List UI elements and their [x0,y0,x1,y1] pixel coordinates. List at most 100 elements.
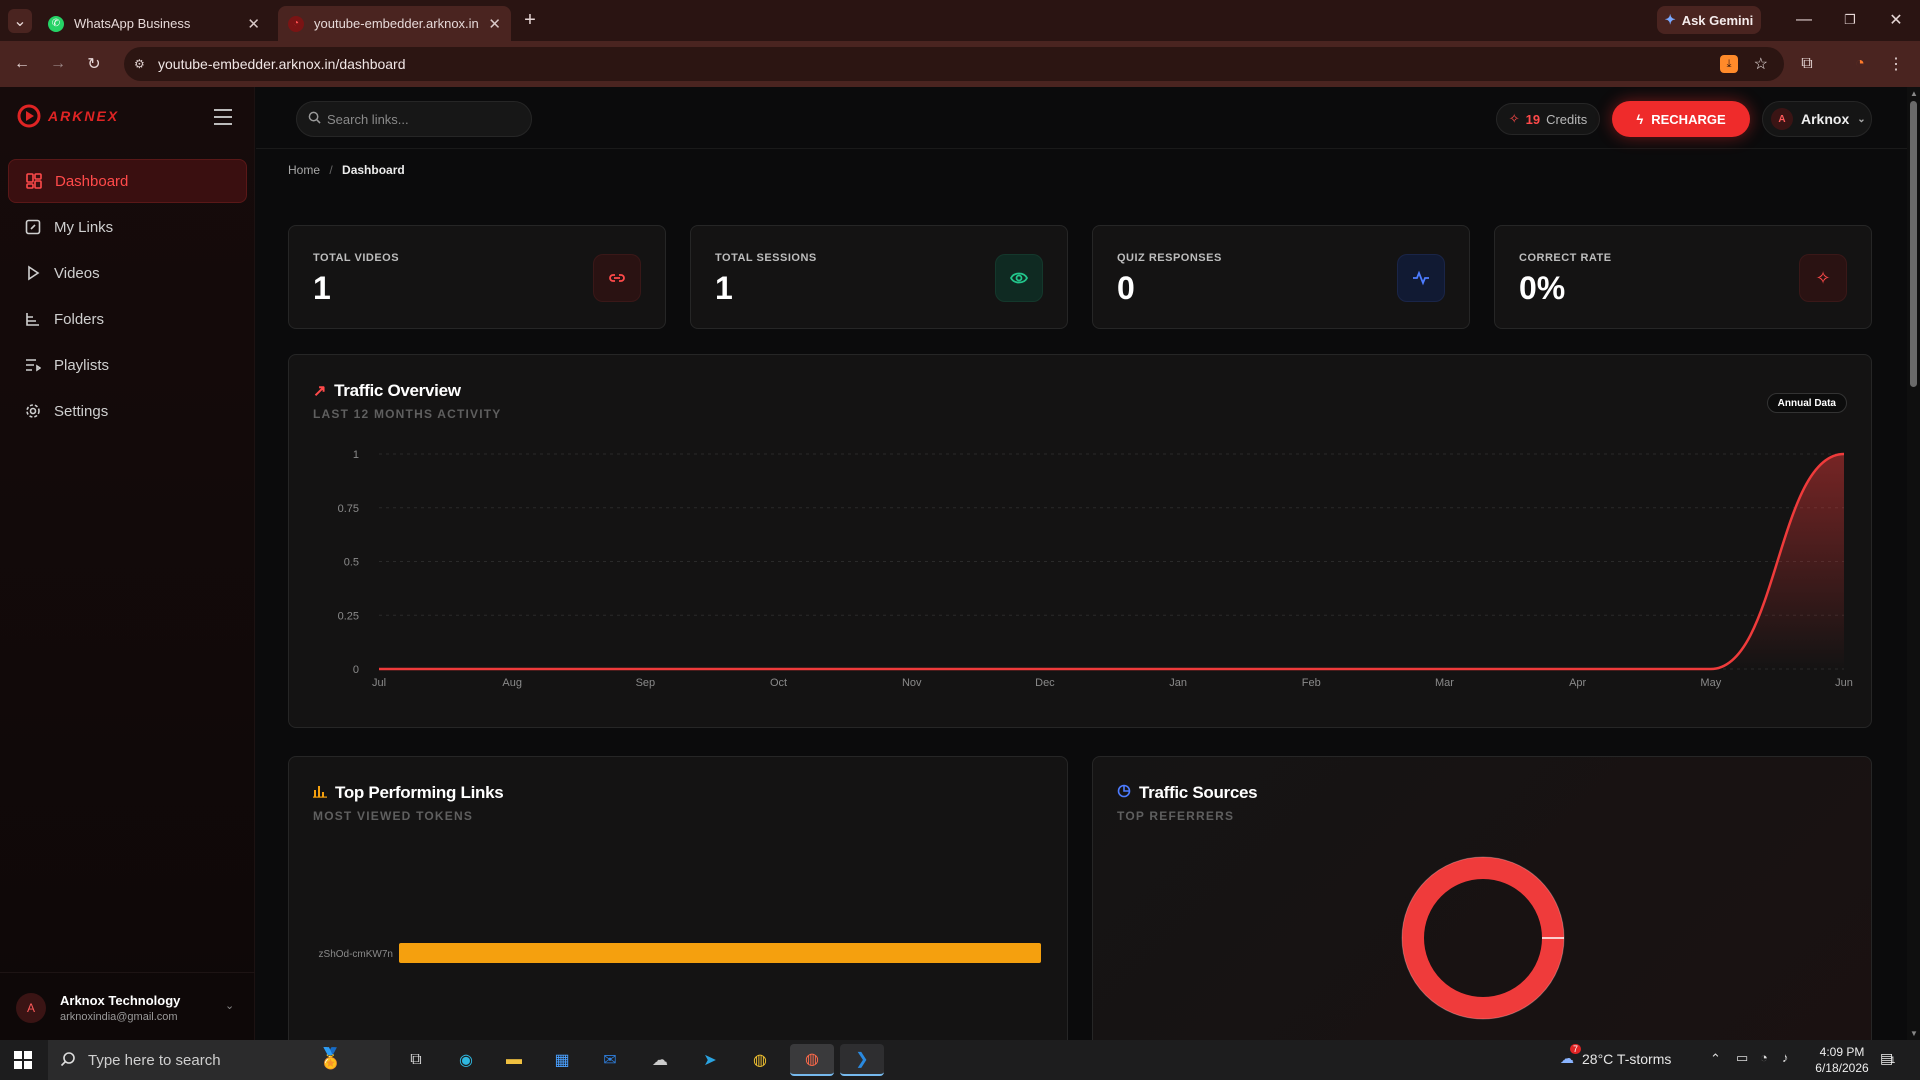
vscode-icon[interactable]: ❯ [840,1044,884,1076]
network-icon[interactable]: ◔ [1760,1050,1768,1065]
x-tick-label: Nov [902,677,922,689]
close-window-icon[interactable]: ✕ [1884,8,1908,32]
breadcrumb-current: Dashboard [342,163,405,177]
meet-icon[interactable]: ▭ [1736,1050,1748,1066]
x-tick-label: Dec [1035,677,1055,689]
url-text: youtube-embedder.arknox.in/dashboard [158,56,406,72]
user-menu-name: Arknox [1801,111,1850,127]
outlook-icon[interactable]: ✉ [594,1044,626,1076]
sidebar-user-card[interactable]: A Arknox Technology arknoxindia@gmail.co… [0,972,255,1040]
credits-label: Credits [1546,111,1588,127]
extensions-icon[interactable]: ⧉ [1795,52,1819,76]
microsoft-store-icon[interactable]: ▦ [546,1044,578,1076]
ask-gemini-button[interactable]: ✦ Ask Gemini [1657,6,1761,34]
scroll-thumb[interactable] [1910,101,1917,387]
browser-tab-strip: ⌄ ✆ WhatsApp Business ✕ ◔ youtube-embedd… [0,0,1920,41]
gemini-icon: ✦ [1664,12,1676,27]
x-tick-label: Aug [502,677,522,689]
close-tab-icon[interactable]: ✕ [488,15,501,33]
traffic-sources-card: Traffic Sources TOP REFERRERS [1092,756,1872,1040]
profile-icon[interactable]: ◔ [1848,52,1872,76]
weather-text: 28°C T-storms [1582,1050,1672,1067]
search-input[interactable]: Search links... [296,101,532,137]
tab-list-icon[interactable]: ⌄ [8,9,32,33]
sidebar-item-label: Dashboard [55,172,129,190]
back-icon[interactable]: ← [10,52,34,76]
weather-alert-badge: 7 [1570,1044,1582,1054]
sidebar-item-videos[interactable]: Videos [8,251,247,295]
breadcrumb-home[interactable]: Home [288,163,320,177]
telegram-icon[interactable]: ➤ [694,1044,726,1076]
stat-card-total-sessions: TOTAL SESSIONS 1 [690,225,1068,329]
clock-date: 6/18/2026 [1815,1061,1869,1075]
minimize-icon[interactable]: — [1792,8,1816,32]
avatar: A [1771,108,1793,130]
chrome-icon[interactable]: ◍ [744,1044,776,1076]
activity-icon [1397,254,1445,302]
tab-title: youtube-embedder.arknox.in/d [314,16,479,31]
brand-logo[interactable]: ARKNEX [16,103,119,129]
sparkle-icon: ✧ [1508,111,1520,126]
tab-title: WhatsApp Business [74,16,191,31]
stat-value: 1 [313,270,331,306]
breadcrumb: Home / Dashboard [288,163,405,177]
traffic-line-chart: 0 0.25 0.5 0.75 1 Jul Aug Sep Oct Nov Dec Jan Feb Mar… [338,449,1853,689]
chrome-active-icon[interactable]: ◍ [790,1044,834,1076]
app-icon[interactable]: ☁ [644,1044,676,1076]
bolt-icon: ϟ [1636,111,1644,127]
bookmark-star-icon[interactable]: ☆ [1754,54,1768,74]
credits-badge[interactable]: ✧ 19 Credits [1496,103,1600,135]
arknex-logo-icon [17,104,41,128]
weather-widget[interactable]: ☁ 7 28°C T-storms [1560,1044,1672,1067]
traffic-sources-donut-chart [1401,856,1565,1020]
donut-slice [1402,857,1564,1019]
tab-whatsapp[interactable]: ✆ WhatsApp Business ✕ [38,6,270,41]
sidebar-item-playlists[interactable]: Playlists [8,343,247,387]
install-app-icon[interactable]: ⤓ [1720,55,1738,73]
sidebar-item-label: Videos [54,264,100,282]
hamburger-icon[interactable] [214,109,232,125]
x-tick-label: Mar [1435,677,1454,689]
page-scrollbar[interactable]: ▲ ▼ [1907,87,1920,1040]
recharge-button[interactable]: ϟ RECHARGE [1612,101,1750,137]
task-view-icon[interactable]: ⧉ [400,1044,432,1076]
chevron-down-icon[interactable]: ⌄ [225,999,234,1012]
new-tab-icon[interactable]: + [518,8,542,32]
sidebar-item-dashboard[interactable]: Dashboard [8,159,247,203]
sidebar-item-label: Folders [54,310,105,328]
stat-label: TOTAL SESSIONS [715,252,817,264]
file-explorer-icon[interactable]: ▬ [498,1044,530,1076]
tab-youtube-embedder[interactable]: ◔ youtube-embedder.arknox.in/d ✕ [278,6,511,41]
topbar: Search links... ✧ 19 Credits ϟ RECHARGE … [256,87,1907,149]
close-tab-icon[interactable]: ✕ [247,15,260,33]
edge-icon[interactable]: ◉ [450,1044,482,1076]
sidebar-item-my-links[interactable]: My Links [8,205,247,249]
reload-icon[interactable]: ↻ [82,52,106,76]
scroll-up-arrow[interactable]: ▲ [1910,89,1918,98]
sidebar-item-settings[interactable]: Settings [8,389,247,433]
tray-chevron-icon[interactable]: ⌃ [1710,1051,1721,1067]
windows-taskbar: Type here to search 🏅 ⧉ ◉ ▬ ▦ ✉ ☁ ➤ ◍ ◍ … [0,1040,1920,1080]
notification-icon[interactable]: ▤1 [1880,1050,1895,1067]
sidebar-item-label: My Links [54,218,114,236]
play-icon [24,264,42,282]
site-info-icon[interactable]: ⚙ [134,57,145,71]
menu-icon[interactable]: ⋮ [1884,52,1908,76]
dashboard-icon [25,172,43,190]
search-highlight-icon: 🏅 [318,1048,343,1070]
y-tick-label: 0.75 [338,503,359,515]
taskbar-search-input[interactable]: Type here to search 🏅 [48,1040,390,1080]
clock[interactable]: 4:09 PM 6/18/2026 [1808,1044,1876,1076]
forward-icon[interactable]: → [46,52,70,76]
address-bar[interactable]: ⚙ youtube-embedder.arknox.in/dashboard ⤓… [124,47,1784,81]
x-tick-label: Feb [1302,677,1321,689]
stat-card-correct-rate: CORRECT RATE 0% ✧ [1494,225,1872,329]
volume-icon[interactable]: ♪ [1782,1050,1789,1065]
windows-start-icon[interactable] [14,1051,32,1069]
top-links-bar-chart: zShOd-cmKW7n [319,943,1041,963]
sidebar-item-folders[interactable]: Folders [8,297,247,341]
scroll-down-arrow[interactable]: ▼ [1910,1029,1918,1038]
restore-icon[interactable]: ❐ [1838,8,1862,32]
sidebar: ARKNEX Dashboard My Links Videos Folders… [0,87,255,1040]
user-menu-button[interactable]: A Arknox ⌄ [1762,101,1872,137]
